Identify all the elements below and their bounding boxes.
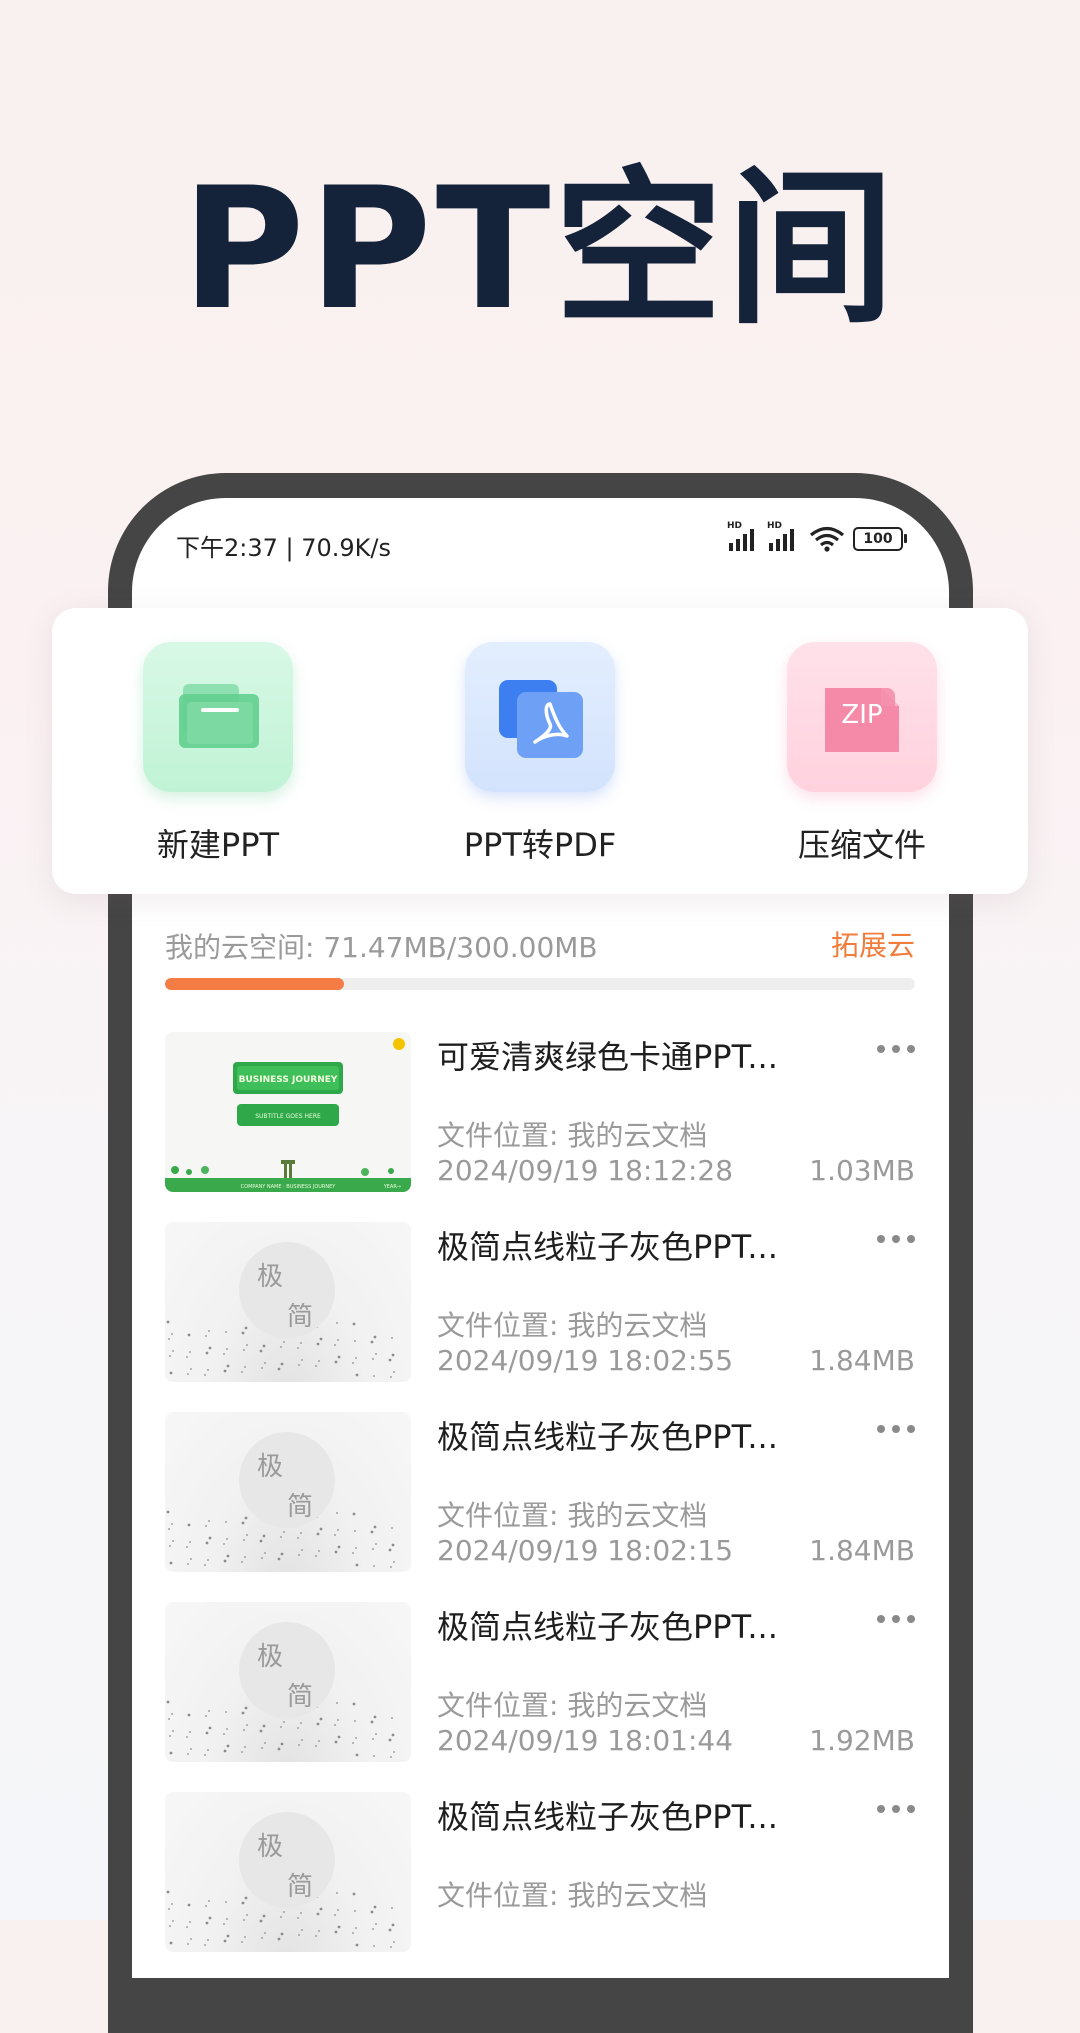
status-bar: 下午2:37 | 70.9K/s HD HD 100 bbox=[132, 498, 949, 588]
storage-progress-fill bbox=[165, 978, 344, 990]
thumb-headline: BUSINESS JOURNEY bbox=[239, 1075, 338, 1085]
thumb-char-1: 极 bbox=[257, 1832, 284, 1862]
signal-icon-2: HD bbox=[767, 521, 801, 551]
file-name: 极简点线粒子灰色PPT... bbox=[437, 1798, 778, 1836]
file-row[interactable]: 极简 极简点线粒子灰色PPT... 文件位置: 我的云文档 2024/09/19… bbox=[165, 1222, 915, 1382]
signal-icon: HD bbox=[727, 521, 761, 551]
more-options-icon[interactable] bbox=[863, 1224, 915, 1254]
more-options-icon[interactable] bbox=[863, 1034, 915, 1064]
thumb-char-2: 简 bbox=[287, 1492, 314, 1522]
file-thumbnail: BUSINESS JOURNEY SUBTITLE GOES HERE COMPAN… bbox=[165, 1032, 411, 1192]
hd-label-2: HD bbox=[767, 521, 783, 531]
folder-icon bbox=[179, 684, 259, 748]
file-row[interactable]: 极简 极简点线粒子灰色PPT... 文件位置: 我的云文档 2024/09/19… bbox=[165, 1412, 915, 1572]
file-date: 2024/09/19 18:02:55 bbox=[437, 1344, 734, 1377]
compress-file-tile: ZIP bbox=[787, 642, 937, 792]
thumb-char-2: 简 bbox=[287, 1682, 314, 1712]
expand-cloud-link[interactable]: 拓展云 bbox=[831, 924, 915, 964]
cloud-storage-usage: 我的云空间: 71.47MB/300.00MB bbox=[165, 931, 598, 964]
wifi-icon bbox=[809, 526, 845, 552]
new-ppt-button[interactable]: 新建PPT bbox=[108, 642, 328, 866]
compress-file-label: 压缩文件 bbox=[797, 826, 926, 864]
file-name: 极简点线粒子灰色PPT... bbox=[437, 1608, 778, 1646]
more-options-icon[interactable] bbox=[863, 1794, 915, 1824]
pdf-convert-icon bbox=[499, 680, 583, 758]
thumb-char-2: 简 bbox=[287, 1872, 314, 1902]
quick-actions-card: 新建PPT PPT转PDF ZIP 压缩文件 bbox=[52, 608, 1028, 894]
hd-label: HD bbox=[727, 521, 743, 531]
file-thumbnail: 极简 bbox=[165, 1602, 411, 1762]
status-icons: HD HD 100 bbox=[727, 521, 907, 552]
file-size: 1.84MB bbox=[809, 1344, 915, 1377]
file-thumbnail: 极简 bbox=[165, 1792, 411, 1952]
file-size: 1.92MB bbox=[809, 1724, 915, 1757]
thumb-char-1: 极 bbox=[257, 1642, 284, 1672]
file-thumbnail: 极简 bbox=[165, 1222, 411, 1382]
file-location: 文件位置: 我的云文档 bbox=[437, 1879, 708, 1912]
file-name: 极简点线粒子灰色PPT... bbox=[437, 1418, 778, 1456]
thumb-char-1: 极 bbox=[257, 1452, 284, 1482]
status-time-speed: 下午2:37 | 70.9K/s bbox=[176, 534, 392, 562]
file-location: 文件位置: 我的云文档 bbox=[437, 1119, 708, 1152]
thumb-page: YEAR→ bbox=[383, 1184, 401, 1190]
file-name: 极简点线粒子灰色PPT... bbox=[437, 1228, 778, 1266]
file-location: 文件位置: 我的云文档 bbox=[437, 1309, 708, 1342]
thumb-char-1: 极 bbox=[257, 1262, 284, 1292]
file-date: 2024/09/19 18:02:15 bbox=[437, 1534, 734, 1567]
file-size: 1.03MB bbox=[809, 1154, 915, 1187]
file-date: 2024/09/19 18:12:28 bbox=[437, 1154, 734, 1187]
storage-progress-bar bbox=[165, 978, 915, 990]
ppt-to-pdf-button[interactable]: PPT转PDF bbox=[430, 642, 650, 866]
thumb-footer: COMPANY NAME · BUSINESS JOURNEY bbox=[241, 1184, 337, 1190]
file-location: 文件位置: 我的云文档 bbox=[437, 1499, 708, 1532]
ppt-to-pdf-tile bbox=[465, 642, 615, 792]
battery-icon: 100 bbox=[853, 527, 907, 551]
more-options-icon[interactable] bbox=[863, 1414, 915, 1444]
file-location: 文件位置: 我的云文档 bbox=[437, 1689, 708, 1722]
new-ppt-tile bbox=[143, 642, 293, 792]
thumb-subline: SUBTITLE GOES HERE bbox=[255, 1113, 321, 1120]
file-size: 1.84MB bbox=[809, 1534, 915, 1567]
file-row[interactable]: BUSINESS JOURNEY SUBTITLE GOES HERE COMPAN… bbox=[165, 1032, 915, 1192]
new-ppt-label: 新建PPT bbox=[156, 826, 280, 864]
file-row[interactable]: 极简 极简点线粒子灰色PPT... 文件位置: 我的云文档 bbox=[165, 1792, 915, 1952]
ppt-to-pdf-label: PPT转PDF bbox=[463, 826, 617, 864]
file-date: 2024/09/19 18:01:44 bbox=[437, 1724, 734, 1757]
file-name: 可爱清爽绿色卡通PPT... bbox=[437, 1038, 778, 1076]
file-row[interactable]: 极简 极简点线粒子灰色PPT... 文件位置: 我的云文档 2024/09/19… bbox=[165, 1602, 915, 1762]
compress-file-button[interactable]: ZIP 压缩文件 bbox=[752, 642, 972, 866]
file-thumbnail: 极简 bbox=[165, 1412, 411, 1572]
zip-label: ZIP bbox=[841, 700, 883, 730]
green-cartoon-thumbnail: BUSINESS JOURNEY SUBTITLE GOES HERE COMPAN… bbox=[165, 1038, 411, 1192]
more-options-icon[interactable] bbox=[863, 1604, 915, 1634]
thumb-char-2: 简 bbox=[287, 1302, 314, 1332]
hero-title: PPT空间 bbox=[181, 151, 899, 347]
